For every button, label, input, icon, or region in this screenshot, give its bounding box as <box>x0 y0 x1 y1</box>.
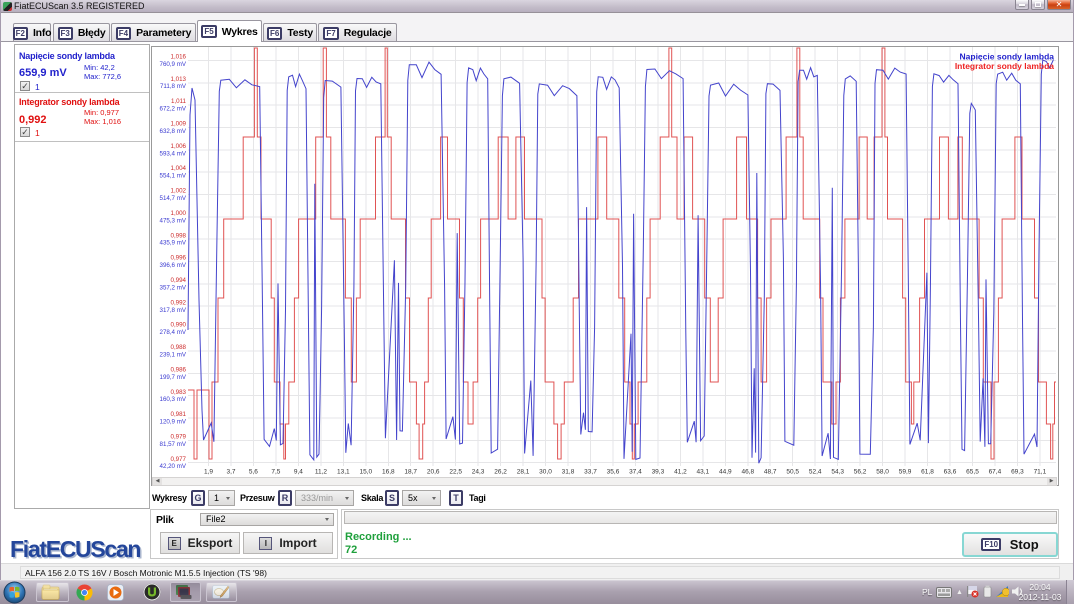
svg-text:672,2 mV: 672,2 mV <box>160 106 187 113</box>
svg-text:63,6: 63,6 <box>944 469 957 476</box>
svg-text:357,2 mV: 357,2 mV <box>160 284 187 291</box>
svg-text:435,9 mV: 435,9 mV <box>160 240 187 247</box>
svg-text:593,4 mV: 593,4 mV <box>160 150 187 157</box>
svg-text:0,977: 0,977 <box>171 456 187 463</box>
svg-text:1,000: 1,000 <box>171 210 187 217</box>
svg-text:1,006: 1,006 <box>171 143 187 150</box>
svg-text:58,0: 58,0 <box>876 469 889 476</box>
svg-text:56,2: 56,2 <box>854 469 867 476</box>
svg-text:475,3 mV: 475,3 mV <box>160 217 187 224</box>
svg-text:1,9: 1,9 <box>204 469 213 476</box>
svg-text:0,994: 0,994 <box>171 277 187 284</box>
svg-text:44,9: 44,9 <box>719 469 732 476</box>
svg-text:0,988: 0,988 <box>171 344 187 351</box>
svg-text:5,6: 5,6 <box>249 469 258 476</box>
svg-text:514,7 mV: 514,7 mV <box>160 195 187 202</box>
svg-text:0,979: 0,979 <box>171 434 187 441</box>
svg-text:54,3: 54,3 <box>831 469 844 476</box>
svg-text:43,1: 43,1 <box>696 469 709 476</box>
svg-text:35,6: 35,6 <box>607 469 620 476</box>
svg-text:26,2: 26,2 <box>494 469 507 476</box>
svg-text:28,1: 28,1 <box>517 469 530 476</box>
svg-text:67,4: 67,4 <box>989 469 1002 476</box>
svg-text:50,5: 50,5 <box>786 469 799 476</box>
svg-text:65,5: 65,5 <box>966 469 979 476</box>
svg-text:71,1: 71,1 <box>1034 469 1047 476</box>
svg-text:7,5: 7,5 <box>271 469 280 476</box>
svg-text:37,4: 37,4 <box>629 469 642 476</box>
svg-text:69,3: 69,3 <box>1011 469 1024 476</box>
svg-text:20,6: 20,6 <box>427 469 440 476</box>
svg-text:24,3: 24,3 <box>472 469 485 476</box>
svg-text:1,016: 1,016 <box>171 54 187 61</box>
svg-text:52,4: 52,4 <box>809 469 822 476</box>
svg-text:3,7: 3,7 <box>226 469 235 476</box>
svg-text:711,8 mV: 711,8 mV <box>160 83 187 90</box>
svg-text:39,3: 39,3 <box>652 469 665 476</box>
svg-text:396,6 mV: 396,6 mV <box>160 262 187 269</box>
svg-text:18,7: 18,7 <box>404 469 417 476</box>
svg-text:11,2: 11,2 <box>315 469 328 476</box>
svg-text:554,1 mV: 554,1 mV <box>160 173 187 180</box>
svg-text:22,5: 22,5 <box>449 469 462 476</box>
svg-text:0,981: 0,981 <box>171 411 187 418</box>
svg-text:46,8: 46,8 <box>741 469 754 476</box>
svg-text:41,2: 41,2 <box>674 469 687 476</box>
svg-text:199,7 mV: 199,7 mV <box>160 374 187 381</box>
svg-text:13,1: 13,1 <box>337 469 350 476</box>
svg-text:0,992: 0,992 <box>171 299 187 306</box>
svg-text:317,8 mV: 317,8 mV <box>160 307 187 314</box>
svg-text:120,9 mV: 120,9 mV <box>160 419 187 426</box>
svg-text:9,4: 9,4 <box>294 469 303 476</box>
svg-text:30,0: 30,0 <box>539 469 552 476</box>
svg-text:1,009: 1,009 <box>171 121 187 128</box>
svg-text:0,998: 0,998 <box>171 232 187 239</box>
svg-text:16,8: 16,8 <box>382 469 395 476</box>
svg-text:59,9: 59,9 <box>899 469 912 476</box>
svg-text:31,8: 31,8 <box>562 469 575 476</box>
svg-text:1,002: 1,002 <box>171 188 187 195</box>
svg-text:0,996: 0,996 <box>171 255 187 262</box>
svg-text:760,9 mV: 760,9 mV <box>160 61 187 68</box>
svg-text:33,7: 33,7 <box>584 469 597 476</box>
svg-text:1,011: 1,011 <box>171 98 187 105</box>
svg-text:632,8 mV: 632,8 mV <box>160 128 187 135</box>
svg-text:0,986: 0,986 <box>171 366 187 373</box>
svg-text:15,0: 15,0 <box>359 469 372 476</box>
svg-text:81,57 mV: 81,57 mV <box>160 441 187 448</box>
svg-text:48,7: 48,7 <box>764 469 777 476</box>
svg-text:0,990: 0,990 <box>171 322 187 329</box>
svg-text:0,983: 0,983 <box>171 389 187 396</box>
svg-text:61,8: 61,8 <box>921 469 934 476</box>
svg-text:42,20 mV: 42,20 mV <box>160 463 187 470</box>
svg-text:1,004: 1,004 <box>171 165 187 172</box>
svg-text:1,013: 1,013 <box>171 76 187 83</box>
svg-text:278,4 mV: 278,4 mV <box>160 329 187 336</box>
svg-text:Integrator sondy lambda: Integrator sondy lambda <box>955 61 1054 71</box>
svg-text:239,1 mV: 239,1 mV <box>160 352 187 359</box>
svg-text:160,3 mV: 160,3 mV <box>160 396 187 403</box>
